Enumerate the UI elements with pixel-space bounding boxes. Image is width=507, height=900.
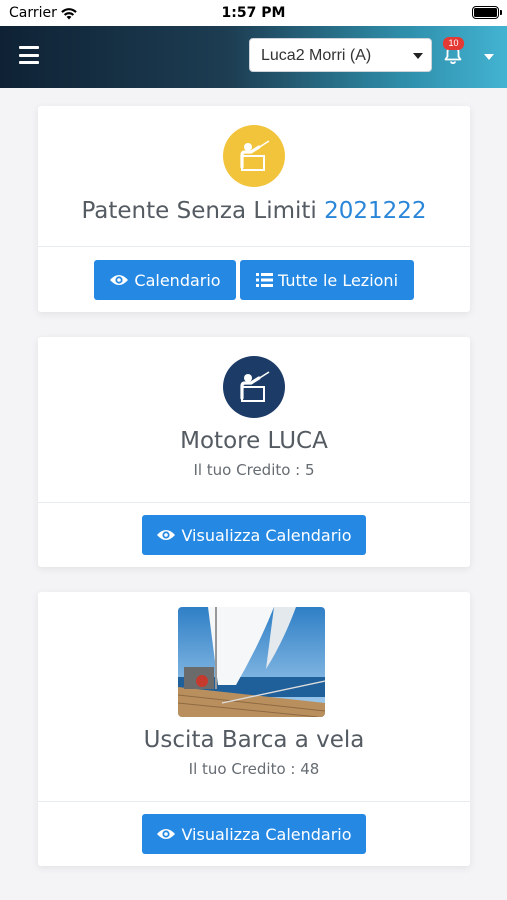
teacher-icon — [223, 356, 285, 418]
chevron-down-icon — [413, 53, 423, 59]
notification-badge: 10 — [443, 37, 464, 50]
course-title: Uscita Barca a vela — [143, 727, 365, 753]
user-select-value: Luca2 Morri (A) — [261, 47, 372, 64]
sailboat-photo — [178, 607, 325, 717]
calendar-button-label: Calendario — [134, 270, 221, 290]
view-calendar-button-label: Visualizza Calendario — [181, 525, 352, 545]
course-card: Uscita Barca a vela Il tuo Credito : 48 … — [38, 592, 470, 866]
chevron-down-icon[interactable] — [484, 54, 494, 60]
view-calendar-button[interactable]: Visualizza Calendario — [142, 515, 366, 555]
card-divider — [38, 246, 470, 247]
course-title: Motore LUCA — [180, 428, 328, 454]
eye-icon — [157, 829, 176, 839]
course-card: Motore LUCA Il tuo Credito : 5 Visualizz… — [38, 337, 470, 567]
menu-icon[interactable] — [19, 46, 39, 64]
credit-label: Il tuo Credito : 5 — [193, 461, 315, 479]
teacher-icon — [223, 125, 285, 187]
view-calendar-button-label: Visualizza Calendario — [181, 824, 352, 844]
user-select[interactable]: Luca2 Morri (A) — [249, 38, 432, 72]
calendar-button[interactable]: Calendario — [94, 260, 236, 300]
all-lessons-button[interactable]: Tutte le Lezioni — [240, 260, 414, 300]
card-divider — [38, 801, 470, 802]
clock: 1:57 PM — [221, 5, 286, 21]
view-calendar-button[interactable]: Visualizza Calendario — [142, 814, 366, 854]
course-title-text: Patente Senza Limiti — [81, 198, 317, 224]
all-lessons-button-label: Tutte le Lezioni — [277, 270, 399, 290]
battery-icon — [472, 6, 502, 19]
app-header: Luca2 Morri (A) — [0, 26, 507, 88]
eye-icon — [110, 275, 129, 285]
eye-icon — [157, 530, 176, 540]
list-icon — [255, 273, 273, 287]
status-bar: Carrier 1:57 PM — [0, 0, 507, 26]
course-card: Patente Senza Limiti 2021222 Calendario … — [38, 106, 470, 312]
course-code: 2021222 — [324, 198, 427, 224]
card-divider — [38, 502, 470, 503]
credit-label: Il tuo Credito : 48 — [188, 760, 320, 778]
course-title: Patente Senza Limiti 2021222 — [38, 198, 470, 224]
